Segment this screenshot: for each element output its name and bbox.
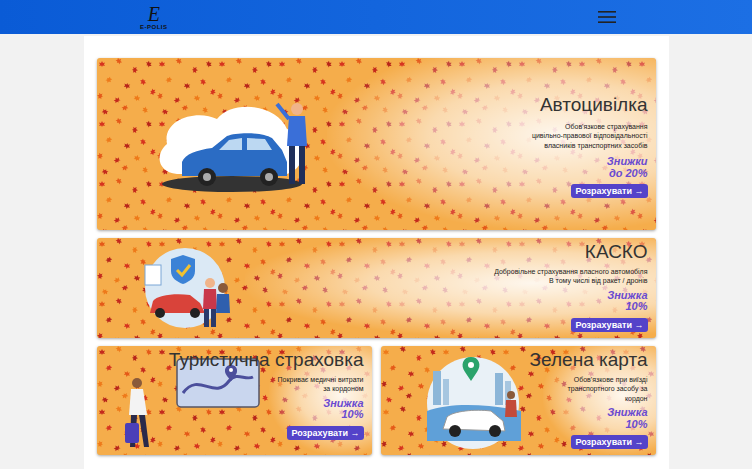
discount-line: до 20% (607, 168, 648, 180)
kasko-icon (135, 243, 245, 333)
card-row: Туристична страховка Покриває медичні вит… (97, 346, 656, 455)
card-title: Туристична страховка (169, 349, 364, 371)
card-text: Автоцивілка Обов'язкове страхуванняцивіль… (327, 58, 656, 230)
card-title: КАСКО (585, 241, 648, 263)
discount-line: Знижка (323, 398, 363, 410)
card-description: Обов'язкове при виїзді транспортного зас… (547, 375, 648, 403)
discount-line: 10% (607, 301, 647, 313)
discount: Знижка10% (323, 398, 363, 421)
card-illustration (97, 238, 245, 338)
discount-line: Знижка (607, 407, 647, 419)
calculate-button[interactable]: Розрахувати → (287, 426, 363, 440)
green-card-icon (403, 351, 543, 451)
card-text: КАСКО Добровільне страхування власного ав… (245, 238, 656, 338)
insurance-card[interactable]: Зелена карта Обов'язкове при виїзді транс… (381, 346, 656, 455)
card-description: В тому числі від ракет / дронів (549, 276, 648, 285)
card-title: Зелена карта (530, 349, 648, 371)
logo[interactable]: EE-POLIS (140, 4, 168, 30)
header: EE-POLIS (0, 0, 752, 34)
card-text: Туристична страховкаПокриває медичні вит… (269, 346, 372, 455)
card-description: власників транспортних засобів (544, 141, 647, 150)
calculate-button[interactable]: Розрахувати → (571, 435, 647, 449)
card-description: цивільно-правової відповідальності (532, 131, 648, 140)
calculate-button[interactable]: Розрахувати → (571, 184, 647, 198)
card-description: Покриває медичні витрати за кордоном (273, 375, 364, 394)
car-person-icon (137, 84, 327, 204)
logo-text: E-POLIS (140, 24, 168, 30)
discount: Знижка10% (607, 407, 647, 430)
discount-line: Знижка (607, 290, 647, 302)
menu-icon[interactable] (598, 10, 616, 24)
insurance-card[interactable]: Автоцивілка Обов'язкове страхуванняцивіль… (97, 58, 656, 230)
content: Автоцивілка Обов'язкове страхуванняцивіль… (84, 36, 669, 469)
card-text: Зелена картаОбов'язкове при виїзді транс… (543, 346, 656, 455)
insurance-card[interactable]: Туристична страховка Покриває медичні вит… (97, 346, 372, 455)
card-description: Обов'язкове страхування (565, 122, 647, 131)
card-description: Добровільне страхування власного автомоб… (494, 267, 647, 276)
card-illustration (97, 58, 327, 230)
discount-line: Знижки (607, 156, 648, 168)
card-title: Автоцивілка (540, 94, 648, 116)
discount: Знижкидо 20% (607, 156, 648, 179)
logo-letter: E (148, 4, 160, 24)
discount: Знижка10% (607, 290, 647, 313)
insurance-card[interactable]: КАСКО Добровільне страхування власного ав… (97, 238, 656, 338)
discount-line: 10% (323, 409, 363, 421)
card-illustration (381, 346, 543, 455)
calculate-button[interactable]: Розрахувати → (571, 318, 647, 332)
discount-line: 10% (607, 419, 647, 431)
